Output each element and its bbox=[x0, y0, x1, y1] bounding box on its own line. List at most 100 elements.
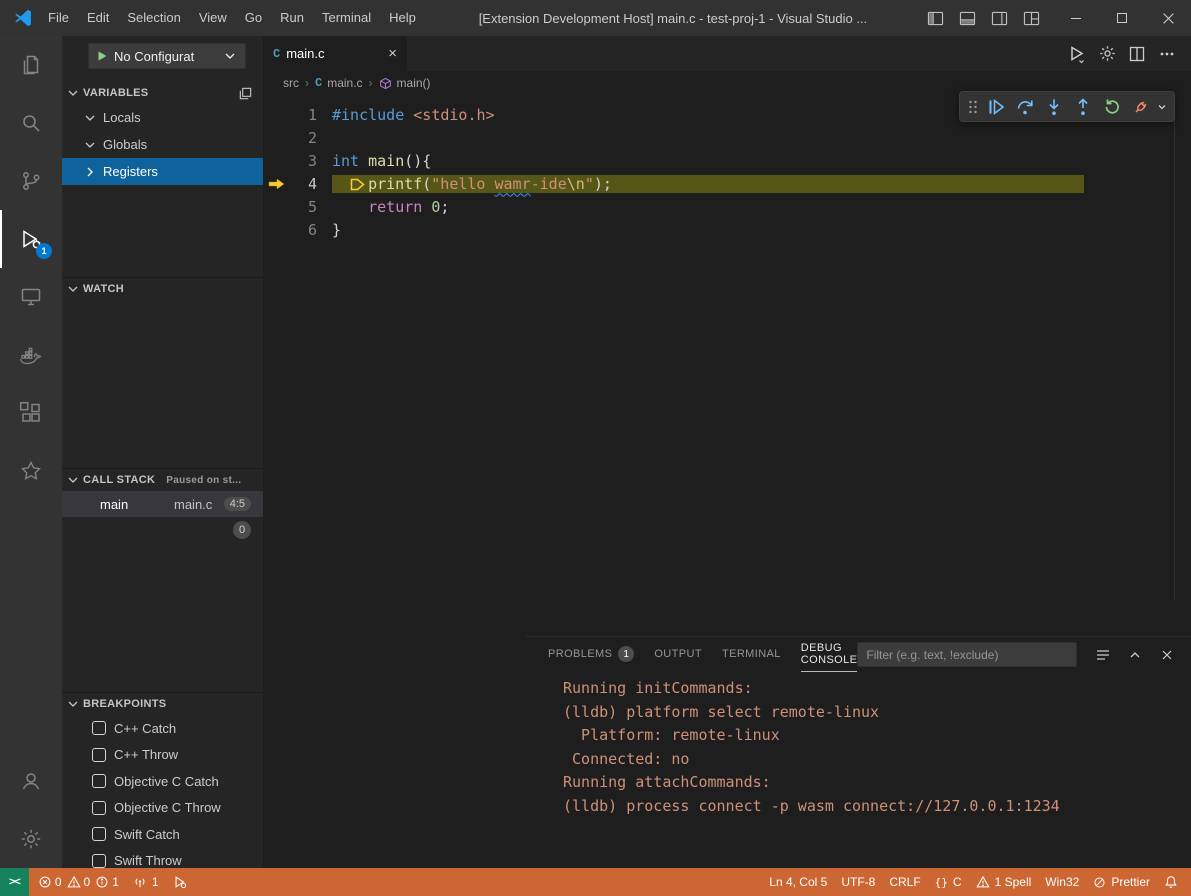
menu-go[interactable]: Go bbox=[236, 0, 271, 36]
variables-item-locals[interactable]: Locals bbox=[62, 104, 263, 131]
inline-breakpoint-icon bbox=[350, 178, 365, 191]
activitybar-docker[interactable] bbox=[0, 326, 62, 384]
minimize-icon bbox=[1070, 12, 1082, 24]
title-bar: FileEditSelectionViewGoRunTerminalHelp [… bbox=[0, 0, 1191, 36]
call-stack-section-header[interactable]: CALL STACKPaused on st... bbox=[62, 469, 263, 491]
activitybar-manage[interactable] bbox=[0, 810, 62, 868]
activitybar-run-and-debug[interactable]: 1 bbox=[0, 210, 62, 268]
debug-config-dropdown[interactable]: No Configurat bbox=[88, 43, 246, 69]
continue-icon bbox=[986, 97, 1006, 117]
close-tab-icon[interactable]: × bbox=[388, 45, 397, 62]
layout-customize-toggle[interactable] bbox=[1017, 4, 1045, 32]
panel-tab-terminal[interactable]: TERMINAL bbox=[722, 637, 781, 672]
layout-panel-toggle[interactable] bbox=[953, 4, 981, 32]
activitybar-search[interactable] bbox=[0, 94, 62, 152]
menu-selection[interactable]: Selection bbox=[118, 0, 189, 36]
account-icon bbox=[19, 769, 43, 793]
activitybar-accounts[interactable] bbox=[0, 752, 62, 810]
panel-tab-output[interactable]: OUTPUT bbox=[654, 637, 702, 672]
step-into-button[interactable] bbox=[1039, 92, 1068, 121]
editor-scrollbar[interactable] bbox=[1174, 95, 1175, 600]
menu-run[interactable]: Run bbox=[271, 0, 313, 36]
menu-file[interactable]: File bbox=[39, 0, 78, 36]
menu-edit[interactable]: Edit bbox=[78, 0, 118, 36]
breakpoint-objective-c-throw[interactable]: Objective C Throw bbox=[62, 795, 263, 822]
console-filter-input[interactable] bbox=[857, 642, 1077, 667]
maximize-panel-button[interactable] bbox=[1121, 641, 1149, 669]
variables-section-header[interactable]: VARIABLES bbox=[62, 82, 263, 104]
close-panel-button[interactable] bbox=[1153, 641, 1181, 669]
layout-sidebar-right-toggle[interactable] bbox=[985, 4, 1013, 32]
breadcrumb-item-1[interactable]: Cmain.c bbox=[315, 76, 363, 90]
split-editor-button[interactable] bbox=[1123, 40, 1151, 68]
activitybar-source-control[interactable] bbox=[0, 152, 62, 210]
statusbar-language-mode[interactable]: {}C bbox=[928, 868, 969, 896]
breakpoint-swift-throw[interactable]: Swift Throw bbox=[62, 848, 263, 869]
step-out-button[interactable] bbox=[1068, 92, 1097, 121]
breadcrumb-item-2[interactable]: main() bbox=[379, 76, 431, 90]
menu-view[interactable]: View bbox=[190, 0, 236, 36]
settings-button[interactable] bbox=[1093, 40, 1121, 68]
breakpoint-c-catch[interactable]: C++ Catch bbox=[62, 715, 263, 742]
code-editor[interactable]: 1#include <stdio.h>23int main(){4 printf… bbox=[263, 95, 1191, 600]
activitybar-marketplace[interactable] bbox=[0, 442, 62, 500]
statusbar-eol[interactable]: CRLF bbox=[882, 868, 927, 896]
activitybar-explorer[interactable] bbox=[0, 36, 62, 94]
statusbar-encoding[interactable]: UTF-8 bbox=[834, 868, 882, 896]
menu-terminal[interactable]: Terminal bbox=[313, 0, 380, 36]
activitybar-extensions[interactable] bbox=[0, 384, 62, 442]
run-menu-button[interactable] bbox=[1063, 40, 1091, 68]
chevron-down-icon bbox=[82, 137, 98, 153]
breadcrumb-item-0[interactable]: src bbox=[283, 76, 299, 90]
menu-help[interactable]: Help bbox=[380, 0, 425, 36]
statusbar-platform[interactable]: Win32 bbox=[1038, 868, 1086, 896]
breakpoint-checkbox[interactable] bbox=[92, 721, 106, 735]
breakpoint-swift-catch[interactable]: Swift Catch bbox=[62, 821, 263, 848]
disconnect-button[interactable] bbox=[1126, 92, 1155, 121]
statusbar-spell-status[interactable]: 1 Spell bbox=[969, 868, 1039, 896]
breakpoint-checkbox[interactable] bbox=[92, 774, 106, 788]
panel-tab-problems[interactable]: PROBLEMS1 bbox=[548, 637, 634, 672]
variables-item-registers[interactable]: Registers bbox=[62, 158, 263, 185]
problems-indicator[interactable]: 001 bbox=[31, 868, 126, 896]
window-maximize-button[interactable] bbox=[1099, 0, 1145, 36]
breakpoints-section-header[interactable]: BREAKPOINTS bbox=[62, 693, 263, 715]
code-line-6: 6} bbox=[263, 218, 1191, 241]
current-frame-arrow-icon[interactable] bbox=[263, 178, 289, 190]
debug-status-indicator[interactable] bbox=[166, 868, 194, 896]
breakpoint-checkbox[interactable] bbox=[92, 801, 106, 815]
console-menu-button[interactable] bbox=[1089, 641, 1117, 669]
call-stack-frame[interactable]: mainmain.c4:5 bbox=[62, 491, 263, 517]
chevron-down-icon bbox=[65, 85, 81, 101]
debug-session-menu[interactable] bbox=[1155, 101, 1169, 113]
window-close-window-button[interactable] bbox=[1145, 0, 1191, 36]
variables-item-globals[interactable]: Globals bbox=[62, 131, 263, 158]
restart-button[interactable] bbox=[1097, 92, 1126, 121]
toolbar-drag-handle-icon[interactable] bbox=[965, 98, 981, 116]
statusbar-notifications[interactable] bbox=[1157, 868, 1185, 896]
panel-tab-debug-console[interactable]: DEBUG CONSOLE bbox=[801, 637, 858, 672]
layout-sidebar-toggle[interactable] bbox=[921, 4, 949, 32]
line-number: 5 bbox=[289, 198, 317, 216]
breakpoint-c-throw[interactable]: C++ Throw bbox=[62, 742, 263, 769]
console-line: Running initCommands: bbox=[563, 677, 1191, 701]
breakpoint-checkbox[interactable] bbox=[92, 748, 106, 762]
watch-section-header[interactable]: WATCH bbox=[62, 278, 263, 300]
remote-indicator[interactable]: >< bbox=[0, 868, 29, 896]
tab-main-c[interactable]: Cmain.c× bbox=[263, 36, 407, 71]
more-actions-button[interactable] bbox=[1153, 40, 1181, 68]
source-control-icon bbox=[19, 169, 43, 193]
ports-indicator[interactable]: 1 bbox=[126, 868, 166, 896]
collapse-all-button[interactable] bbox=[238, 86, 253, 101]
breakpoints-section: BREAKPOINTSC++ CatchC++ ThrowObjective C… bbox=[62, 692, 263, 868]
continue-button[interactable] bbox=[981, 92, 1010, 121]
breakpoint-objective-c-catch[interactable]: Objective C Catch bbox=[62, 768, 263, 795]
statusbar-cursor-position[interactable]: Ln 4, Col 5 bbox=[762, 868, 834, 896]
breakpoint-checkbox[interactable] bbox=[92, 854, 106, 868]
step-over-button[interactable] bbox=[1010, 92, 1039, 121]
window-minimize-button[interactable] bbox=[1053, 0, 1099, 36]
statusbar-prettier[interactable]: Prettier bbox=[1086, 868, 1157, 896]
activitybar-remote-explorer[interactable] bbox=[0, 268, 62, 326]
code-line-5: 5 return 0; bbox=[263, 195, 1191, 218]
breakpoint-checkbox[interactable] bbox=[92, 827, 106, 841]
